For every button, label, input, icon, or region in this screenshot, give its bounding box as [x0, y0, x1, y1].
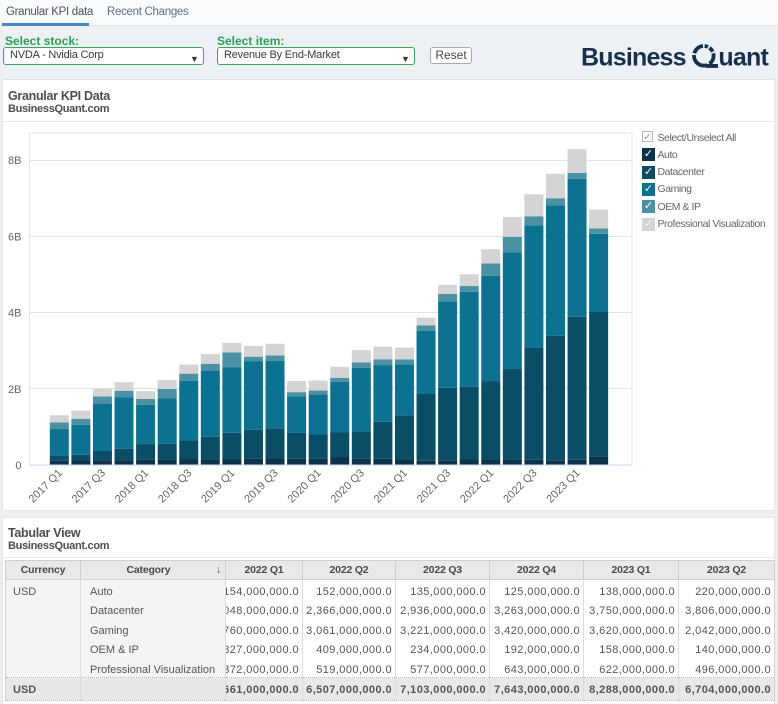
svg-text:2018 Q3: 2018 Q3 [156, 467, 194, 505]
svg-text:2022 Q1: 2022 Q1 [458, 467, 496, 505]
svg-text:2020 Q3: 2020 Q3 [329, 467, 367, 505]
svg-text:2017 Q1: 2017 Q1 [27, 467, 65, 505]
svg-text:2020 Q1: 2020 Q1 [285, 467, 323, 505]
svg-text:8B: 8B [8, 155, 21, 167]
svg-text:2019 Q1: 2019 Q1 [199, 467, 237, 505]
svg-text:2018 Q1: 2018 Q1 [113, 467, 151, 505]
svg-text:4B: 4B [8, 308, 21, 320]
svg-text:0: 0 [15, 460, 21, 472]
svg-text:2B: 2B [8, 384, 21, 396]
svg-text:2021 Q3: 2021 Q3 [415, 467, 453, 505]
svg-text:2017 Q3: 2017 Q3 [70, 467, 108, 505]
svg-text:2021 Q1: 2021 Q1 [372, 467, 410, 505]
svg-text:2022 Q3: 2022 Q3 [501, 467, 539, 505]
svg-text:2023 Q1: 2023 Q1 [544, 467, 582, 505]
svg-text:2019 Q3: 2019 Q3 [242, 467, 280, 505]
svg-text:6B: 6B [8, 231, 21, 243]
